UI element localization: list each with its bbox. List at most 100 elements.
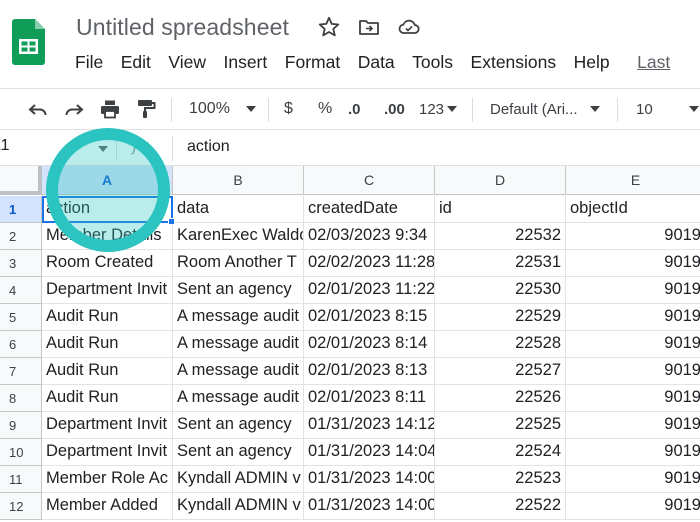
grid-cell[interactable]: createdDate (304, 196, 435, 223)
row-header[interactable]: 9 (0, 412, 42, 439)
grid-cell[interactable]: 02/02/2023 11:28 (304, 250, 435, 277)
percent-format-button[interactable]: % (318, 89, 332, 129)
grid-cell[interactable]: 22524 (435, 439, 566, 466)
column-header-c[interactable]: C (304, 166, 435, 195)
grid-cell[interactable]: 22528 (435, 331, 566, 358)
grid-cell[interactable]: action (42, 196, 173, 223)
fill-handle[interactable] (168, 218, 175, 225)
grid-cell[interactable]: Audit Run (42, 304, 173, 331)
row-header[interactable]: 3 (0, 250, 42, 277)
grid-cell[interactable]: 02/03/2023 9:34 (304, 223, 435, 250)
grid-cell[interactable]: 9019 (566, 439, 700, 466)
grid-cell[interactable]: 22529 (435, 304, 566, 331)
grid-cell[interactable]: Department Invit (42, 439, 173, 466)
grid-cell[interactable]: Audit Run (42, 331, 173, 358)
grid-cell[interactable]: Kyndall ADMIN v (173, 466, 304, 493)
decrease-decimals-button[interactable]: .0 (348, 89, 361, 129)
column-header-a[interactable]: A (42, 166, 173, 195)
grid-cell[interactable]: 22527 (435, 358, 566, 385)
grid-cell[interactable]: 01/31/2023 14:00 (304, 466, 435, 493)
grid-cell[interactable]: 22525 (435, 412, 566, 439)
grid-cell[interactable]: 02/01/2023 8:14 (304, 331, 435, 358)
currency-format-button[interactable]: $ (284, 89, 293, 129)
row-header[interactable]: 6 (0, 331, 42, 358)
grid-cell[interactable]: 22530 (435, 277, 566, 304)
grid-cell[interactable]: objectId (566, 196, 700, 223)
grid-cell[interactable]: Room Another T (173, 250, 304, 277)
increase-decimals-button[interactable]: .00 (384, 89, 405, 129)
print-button[interactable] (98, 89, 122, 129)
row-header[interactable]: 8 (0, 385, 42, 412)
menu-tools[interactable]: Tools (412, 52, 453, 73)
grid-cell[interactable]: 02/01/2023 8:11 (304, 385, 435, 412)
cloud-status-icon[interactable] (396, 14, 422, 40)
grid-cell[interactable]: 01/31/2023 14:04 (304, 439, 435, 466)
grid-cell[interactable]: Member Role Ac (42, 466, 173, 493)
grid-cell[interactable]: 22526 (435, 385, 566, 412)
font-family-select[interactable]: Default (Ari... (490, 89, 600, 129)
grid-cell[interactable]: A message audit (173, 331, 304, 358)
move-to-folder-icon[interactable] (356, 14, 382, 40)
grid-cell[interactable]: 9019 (566, 331, 700, 358)
grid-cell[interactable]: Member Added (42, 493, 173, 520)
menu-edit[interactable]: Edit (121, 52, 151, 73)
star-icon[interactable] (316, 14, 342, 40)
menu-help[interactable]: Help (574, 52, 610, 73)
sheets-logo-icon[interactable] (12, 19, 45, 65)
menu-insert[interactable]: Insert (223, 52, 267, 73)
grid-cell[interactable]: Kyndall ADMIN v (173, 493, 304, 520)
grid-cell[interactable]: 9019 (566, 277, 700, 304)
spreadsheet-grid[interactable]: A B C D E 1 action data createdDate id objectId 2 Me… (0, 166, 700, 522)
grid-cell[interactable]: 9019 (566, 223, 700, 250)
row-header[interactable]: 2 (0, 223, 42, 250)
more-formats-button[interactable]: 123 (419, 89, 458, 129)
menu-extensions[interactable]: Extensions (471, 52, 557, 73)
grid-cell[interactable]: 22531 (435, 250, 566, 277)
grid-cell[interactable]: 9019 (566, 412, 700, 439)
grid-cell[interactable]: Room Created (42, 250, 173, 277)
grid-cell[interactable]: 9019 (566, 466, 700, 493)
grid-cell[interactable]: Audit Run (42, 385, 173, 412)
row-header[interactable]: 11 (0, 466, 42, 493)
row-header[interactable]: 4 (0, 277, 42, 304)
row-header[interactable]: 12 (0, 493, 42, 520)
grid-cell[interactable]: Sent an agency (173, 277, 304, 304)
menu-view[interactable]: View (168, 52, 206, 73)
select-all-corner[interactable] (0, 166, 42, 195)
grid-cell[interactable]: A message audit (173, 358, 304, 385)
zoom-select[interactable]: 100% (189, 89, 256, 129)
last-edit-link[interactable]: Last (637, 52, 670, 73)
name-box[interactable]: A1 (0, 137, 10, 155)
row-header[interactable]: 7 (0, 358, 42, 385)
redo-button[interactable] (62, 89, 86, 129)
grid-cell[interactable]: 22522 (435, 493, 566, 520)
menu-format[interactable]: Format (285, 52, 340, 73)
grid-cell[interactable]: Audit Run (42, 358, 173, 385)
font-size-select[interactable]: 10 (636, 89, 699, 129)
grid-cell[interactable]: 9019 (566, 250, 700, 277)
column-header-e[interactable]: E (566, 166, 700, 195)
grid-cell[interactable]: 02/01/2023 11:22 (304, 277, 435, 304)
grid-cell[interactable]: 9019 (566, 304, 700, 331)
grid-cell[interactable]: 9019 (566, 385, 700, 412)
paint-format-button[interactable] (134, 89, 158, 129)
grid-cell[interactable]: A message audit (173, 304, 304, 331)
formula-input[interactable]: action (187, 138, 230, 156)
column-header-d[interactable]: D (435, 166, 566, 195)
grid-cell[interactable]: Department Invit (42, 412, 173, 439)
column-header-b[interactable]: B (173, 166, 304, 195)
row-header[interactable]: 5 (0, 304, 42, 331)
undo-button[interactable] (26, 89, 50, 129)
row-header[interactable]: 1 (0, 196, 42, 223)
grid-cell[interactable]: 9019 (566, 358, 700, 385)
grid-cell[interactable]: 22532 (435, 223, 566, 250)
row-header[interactable]: 10 (0, 439, 42, 466)
grid-cell[interactable]: 22523 (435, 466, 566, 493)
grid-cell[interactable]: 01/31/2023 14:00 (304, 493, 435, 520)
grid-cell[interactable]: 02/01/2023 8:13 (304, 358, 435, 385)
grid-cell[interactable]: data (173, 196, 304, 223)
menu-file[interactable]: File (75, 52, 103, 73)
menu-data[interactable]: Data (358, 52, 395, 73)
name-box-chevron-down-icon[interactable] (98, 146, 108, 152)
grid-cell[interactable]: Sent an agency (173, 412, 304, 439)
